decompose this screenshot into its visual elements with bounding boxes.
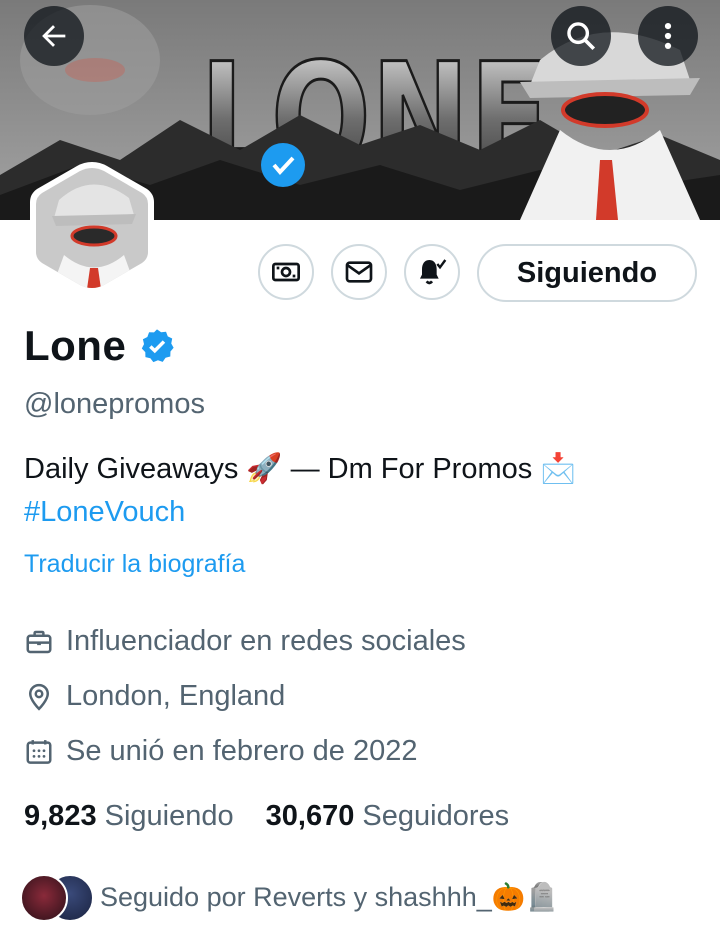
profile-name-row: Lone [24, 322, 176, 370]
following-label: Siguiendo [104, 800, 234, 832]
verified-badge-icon[interactable] [138, 327, 176, 365]
avatar [20, 874, 68, 922]
follower-avatars [20, 874, 94, 922]
bell-check-icon [420, 259, 447, 285]
followed-by-row[interactable]: Seguido por Reverts y shashhh_🎃🪦 [20, 874, 559, 922]
message-button[interactable] [331, 244, 387, 300]
location-row: London, England [24, 680, 285, 713]
following-count: 9,823 [24, 800, 97, 832]
bio-text: Daily Giveaways 🚀 — Dm For Promos 📩 [24, 453, 577, 485]
followed-by-text: Seguido por Reverts y shashhh_🎃🪦 [100, 882, 559, 912]
search-button[interactable] [551, 6, 611, 66]
translate-bio-link[interactable]: Traducir la biografía [24, 550, 245, 579]
followers-link[interactable]: 30,670 Seguidores [266, 800, 509, 833]
followers-label: Seguidores [362, 800, 510, 832]
followers-count: 30,670 [265, 800, 355, 832]
joined-row: Se unió en febrero de 2022 [24, 735, 418, 768]
subscribe-button[interactable] [258, 244, 314, 300]
money-icon [272, 262, 300, 282]
following-link[interactable]: 9,823 Siguiendo [24, 800, 234, 833]
following-button[interactable]: Siguiendo [477, 244, 697, 302]
search-icon [567, 22, 596, 51]
bio-hashtag-link[interactable]: #LoneVouch [24, 491, 704, 534]
briefcase-icon [26, 630, 52, 653]
more-options-button[interactable] [638, 6, 698, 66]
follow-stats: 9,823 Siguiendo 30,670 Seguidores [24, 800, 509, 833]
profile-name: Lone [24, 322, 127, 369]
more-vertical-icon [664, 22, 672, 50]
notifications-button[interactable] [404, 244, 460, 300]
profile-category: Influenciador en redes sociales [66, 625, 466, 657]
profile-handle: @lonepromos [24, 388, 205, 420]
back-button[interactable] [24, 6, 84, 66]
envelope-icon [345, 261, 373, 283]
profile-joined-date: Se unió en febrero de 2022 [66, 735, 418, 767]
category-row: Influenciador en redes sociales [24, 625, 466, 658]
location-pin-icon [28, 683, 50, 711]
calendar-icon [26, 739, 52, 764]
avatar-image [30, 162, 154, 294]
profile-bio: Daily Giveaways 🚀 — Dm For Promos 📩 #Lon… [24, 448, 704, 534]
arrow-left-icon [42, 25, 66, 47]
profile-avatar[interactable] [24, 160, 160, 296]
profile-location: London, England [66, 680, 286, 712]
